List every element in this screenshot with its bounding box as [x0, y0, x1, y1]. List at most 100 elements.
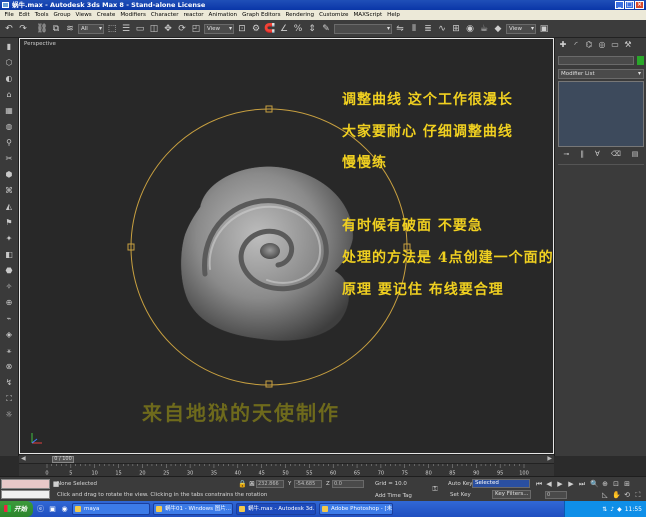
menu-file[interactable]: File [2, 12, 16, 18]
time-slider[interactable]: 0 / 100 [52, 456, 74, 463]
create-tab-icon[interactable]: ✚ [558, 40, 568, 50]
bind-space-warp-icon[interactable]: ≋ [64, 23, 76, 35]
menu-animation[interactable]: Animation [206, 12, 240, 18]
maximize-button[interactable]: □ [625, 1, 634, 9]
time-next-icon[interactable]: ▶ [547, 455, 552, 462]
material-editor-icon[interactable]: ◉ [464, 23, 476, 35]
show-end-result-icon[interactable]: ‖ [580, 150, 584, 160]
curve-editor-icon[interactable]: ∿ [436, 23, 448, 35]
select-manipulate-icon[interactable]: ⚙ [250, 23, 262, 35]
menu-create[interactable]: Create [94, 12, 118, 18]
key-mode-dropdown[interactable]: Selected [472, 479, 530, 488]
mirror-icon[interactable]: ⇋ [394, 23, 406, 35]
window-crossing-icon[interactable]: ◫ [148, 23, 160, 35]
lock-selection-icon[interactable]: 🔒 [238, 480, 247, 488]
configure-sets-icon[interactable]: ▤ [632, 150, 639, 160]
play-icon[interactable]: ▶ [556, 480, 564, 488]
tool-icon-14[interactable]: ◧ [4, 249, 14, 260]
pan-icon[interactable]: ✋ [612, 491, 621, 499]
undo-icon[interactable]: ↶ [3, 23, 15, 35]
zoom-extents-icon[interactable]: ⊡ [612, 480, 620, 488]
quick-render-icon[interactable]: ◆ [492, 23, 504, 35]
tool-icon-15[interactable]: ⬣ [4, 265, 14, 276]
schematic-view-icon[interactable]: ⊞ [450, 23, 462, 35]
tool-icon-20[interactable]: ⚹ [4, 345, 14, 356]
tool-icon-2[interactable]: ⬡ [4, 57, 14, 68]
next-frame-icon[interactable]: ▶ [567, 480, 575, 488]
task-photoshop[interactable]: Adobe Photoshop - [未... [319, 503, 393, 515]
modifier-list-dropdown[interactable]: Modifier List [558, 69, 644, 79]
tool-icon-3[interactable]: ◐ [4, 73, 14, 84]
menu-reactor[interactable]: reactor [181, 12, 206, 18]
tray-clock[interactable]: 11:55 [625, 506, 642, 513]
task-maya[interactable]: maya [72, 503, 150, 515]
tool-icon-13[interactable]: ✦ [4, 233, 14, 244]
layer-manager-icon[interactable]: ≣ [422, 23, 434, 35]
object-color-swatch[interactable] [637, 56, 644, 65]
tray-volume-icon[interactable]: ♪ [610, 506, 614, 513]
display-tab-icon[interactable]: ▭ [610, 40, 620, 50]
tool-icon-5[interactable]: ▦ [4, 105, 14, 116]
edit-named-selection-icon[interactable]: ✎ [320, 23, 332, 35]
set-key-button[interactable]: Set Key [450, 492, 471, 498]
tool-icon-7[interactable]: ⚲ [4, 137, 14, 148]
pivot-center-icon[interactable]: ⊡ [236, 23, 248, 35]
tool-icon-22[interactable]: ↯ [4, 377, 14, 388]
menu-edit[interactable]: Edit [16, 12, 32, 18]
add-time-tag[interactable]: Add Time Tag [375, 493, 412, 499]
align-icon[interactable]: ⫴ [408, 23, 420, 35]
close-button[interactable]: × [635, 1, 644, 9]
unlink-icon[interactable]: ⧉ [50, 23, 62, 35]
reference-coordinate-dropdown[interactable]: View [204, 23, 234, 34]
key-filters-button[interactable]: Key Filters... [492, 490, 532, 499]
select-scale-icon[interactable]: ◰ [190, 23, 202, 35]
tool-icon-21[interactable]: ⊗ [4, 361, 14, 372]
zoom-icon[interactable]: 🔍 [590, 480, 599, 488]
menu-character[interactable]: Character [148, 12, 181, 18]
maximize-viewport-icon[interactable]: ⛶ [634, 491, 642, 499]
tool-icon-23[interactable]: ⛶ [4, 393, 14, 404]
render-type-dropdown[interactable]: View [506, 23, 536, 34]
select-by-name-icon[interactable]: ☰ [120, 23, 132, 35]
maxscript-input-mini[interactable] [1, 490, 50, 499]
start-button[interactable]: 开始 [0, 501, 33, 517]
tray-network-icon[interactable]: ⇅ [602, 506, 607, 513]
menu-graph-editors[interactable]: Graph Editors [240, 12, 283, 18]
select-rotate-icon[interactable]: ⟳ [176, 23, 188, 35]
perspective-viewport[interactable]: Perspective 调整曲线 这个工作很漫长 大家要耐心 仔细调整曲线 慢慢… [19, 38, 554, 454]
rectangular-selection-icon[interactable]: ▭ [134, 23, 146, 35]
redo-icon[interactable]: ↷ [17, 23, 29, 35]
tool-icon-12[interactable]: ⚑ [4, 217, 14, 228]
tool-icon-24[interactable]: ☼ [4, 409, 14, 420]
pin-stack-icon[interactable]: ⊸ [564, 150, 570, 160]
remove-modifier-icon[interactable]: ⌫ [611, 150, 621, 160]
make-unique-icon[interactable]: ∀ [595, 150, 600, 160]
tool-icon-18[interactable]: ⌁ [4, 313, 14, 324]
menu-group[interactable]: Group [51, 12, 73, 18]
minimize-button[interactable]: _ [615, 1, 624, 9]
menu-modifiers[interactable]: Modifiers [118, 12, 149, 18]
tool-icon-1[interactable]: ▮ [4, 41, 14, 52]
arc-rotate-icon[interactable]: ⟲ [623, 491, 631, 499]
x-coordinate-field[interactable]: 232.866 [256, 480, 284, 488]
key-icon[interactable]: ⚿ [428, 485, 442, 493]
select-move-icon[interactable]: ✥ [162, 23, 174, 35]
quicklaunch-media-icon[interactable]: ◉ [60, 505, 69, 514]
object-name-field[interactable] [558, 56, 634, 65]
prev-frame-icon[interactable]: ◀ [545, 480, 553, 488]
tool-icon-9[interactable]: ⬢ [4, 169, 14, 180]
link-icon[interactable]: ⛓ [36, 23, 48, 35]
time-prev-icon[interactable]: ◀ [21, 455, 26, 462]
task-3dsmax[interactable]: 蜗牛.max - Autodesk 3d... [236, 503, 316, 515]
tool-icon-6[interactable]: ◍ [4, 121, 14, 132]
zoom-extents-all-icon[interactable]: ⊞ [623, 480, 631, 488]
current-frame-field[interactable]: 0 [545, 491, 567, 499]
tool-icon-19[interactable]: ◈ [4, 329, 14, 340]
maxscript-listener-mini[interactable] [1, 479, 50, 489]
quicklaunch-desktop-icon[interactable]: ▣ [48, 505, 57, 514]
goto-end-icon[interactable]: ⏭ [578, 480, 586, 488]
quicklaunch-ie-icon[interactable]: ⓔ [36, 505, 45, 514]
menu-help[interactable]: Help [385, 12, 403, 18]
modify-tab-icon[interactable]: ◜ [571, 40, 581, 50]
time-slider-track[interactable]: ◀ 0 / 100 ▶ [19, 454, 554, 463]
